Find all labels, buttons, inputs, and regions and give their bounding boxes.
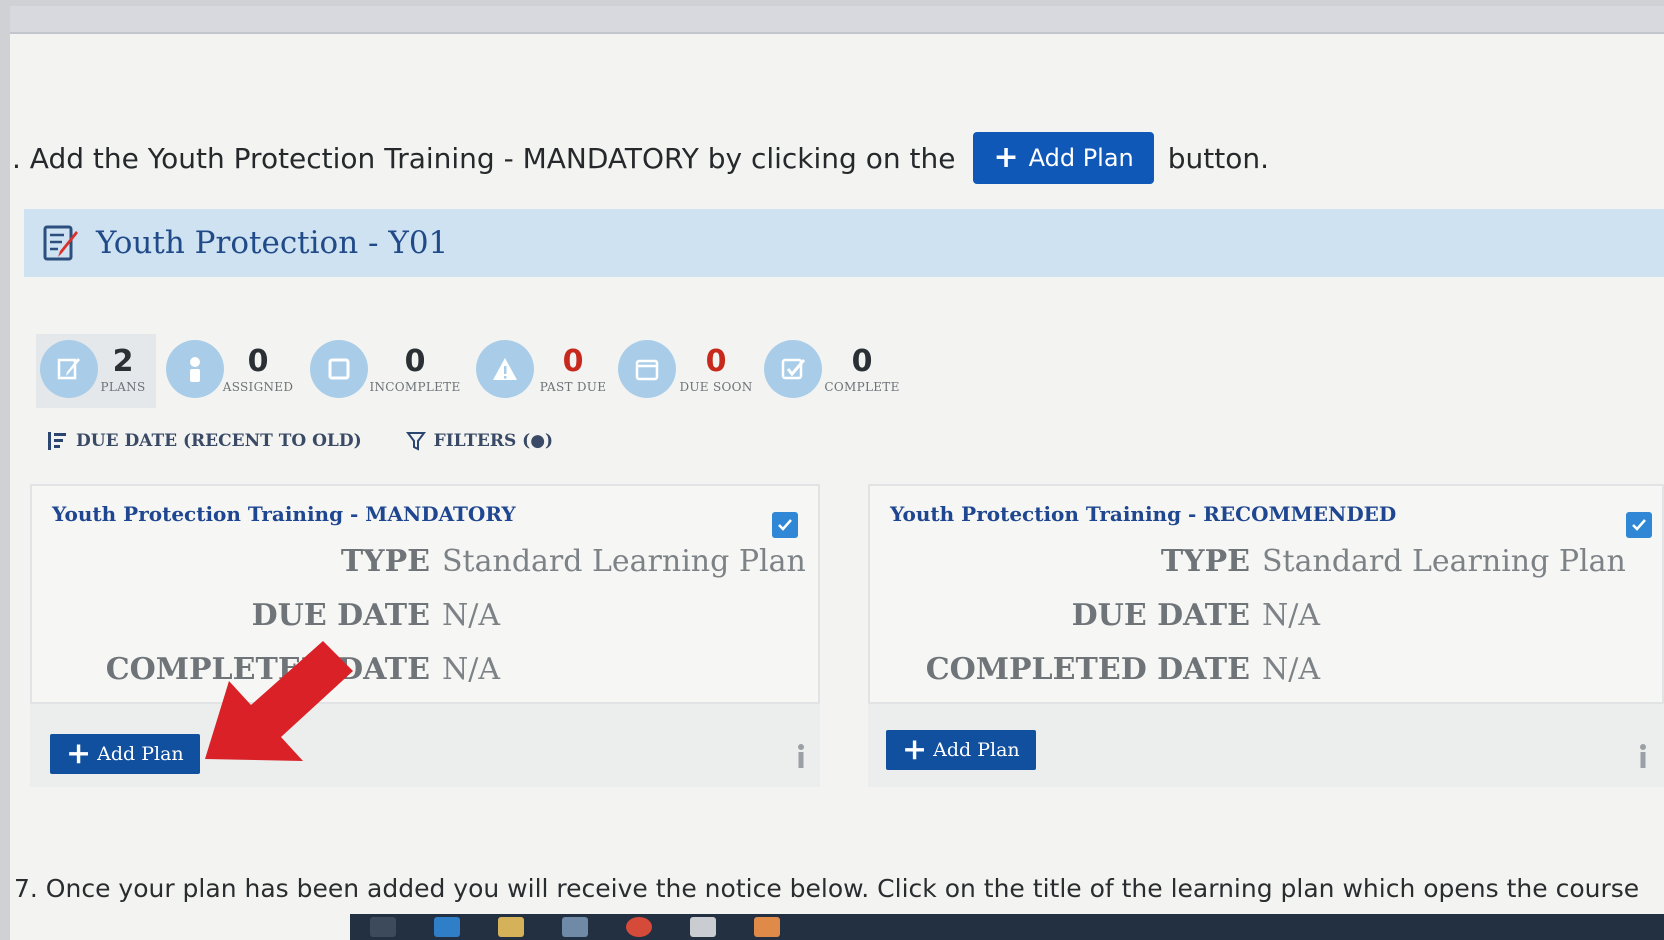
instruction-text-after: button. — [1167, 141, 1270, 175]
stat-label: PLANS — [100, 380, 146, 394]
red-arrow-annotation — [205, 641, 353, 761]
windows-taskbar — [350, 914, 1664, 940]
learning-plan-card: Youth Protection Training - MANDATORY TY… — [30, 484, 820, 787]
stat-label: INCOMPLETE — [369, 380, 461, 394]
due-date-label: DUE DATE — [1071, 598, 1250, 633]
stat-value: 0 — [851, 344, 873, 379]
checkbox-icon[interactable] — [1626, 512, 1652, 538]
stat-label: DUE SOON — [679, 380, 753, 394]
chrome-icon[interactable] — [626, 917, 652, 937]
filter-icon — [405, 432, 426, 451]
completed-date-value: N/A — [442, 652, 501, 687]
instruction-line: . Add the Youth Protection Training - MA… — [12, 132, 1269, 184]
card-title[interactable]: Youth Protection Training - MANDATORY — [52, 502, 516, 526]
taskbar-app-icon[interactable] — [370, 917, 396, 937]
add-plan-label: Add Plan — [933, 739, 1020, 761]
card-title[interactable]: Youth Protection Training - RECOMMENDED — [890, 502, 1396, 526]
type-label: TYPE — [1160, 544, 1250, 579]
stat-label: COMPLETE — [824, 380, 900, 394]
instruction-button-label: Add Plan — [1028, 144, 1134, 172]
stat-label: ASSIGNED — [222, 380, 294, 394]
filters-button[interactable]: FILTERS (●) — [405, 430, 554, 452]
stat-value: 2 — [112, 344, 134, 379]
add-plan-button[interactable]: + Add Plan — [886, 730, 1036, 770]
window-title-bar — [10, 6, 1664, 34]
completed-date-label: COMPLETED DATE — [925, 652, 1250, 687]
checkbox-icon[interactable] — [772, 512, 798, 538]
store-icon[interactable] — [562, 917, 588, 937]
section-header: Youth Protection - Y01 — [24, 209, 1664, 277]
instruction-text-before: . Add the Youth Protection Training - MA… — [12, 141, 956, 175]
plus-icon: + — [993, 140, 1019, 175]
taskbar-app-icon[interactable] — [754, 917, 780, 937]
type-label: TYPE — [340, 544, 430, 579]
folder-icon[interactable] — [498, 917, 524, 937]
photographed-screen: . Add the Youth Protection Training - MA… — [10, 6, 1664, 940]
due-date-label: DUE DATE — [251, 598, 430, 633]
filters-label: FILTERS (●) — [433, 431, 554, 451]
sort-button[interactable]: DUE DATE (RECENT TO OLD) — [46, 430, 362, 452]
stat-value: 0 — [562, 344, 584, 379]
list-toolbar: DUE DATE (RECENT TO OLD) FILTERS (●) — [46, 430, 553, 452]
add-plan-button[interactable]: + Add Plan — [50, 734, 200, 774]
card-body: Youth Protection Training - MANDATORY TY… — [30, 484, 820, 704]
info-icon[interactable] — [1636, 742, 1650, 770]
plus-icon: + — [66, 736, 92, 771]
stat-value: 0 — [404, 344, 426, 379]
stats-bar: 2 PLANS 0 ASSIGNED 0 INCOMPLETE 0 PAST D… — [36, 334, 966, 408]
taskbar-app-icon[interactable] — [690, 917, 716, 937]
completed-date-value: N/A — [1262, 652, 1321, 687]
type-value: Standard Learning Plan — [442, 544, 806, 579]
add-plan-label: Add Plan — [97, 743, 184, 765]
sort-icon — [48, 432, 66, 450]
stat-value: 0 — [247, 344, 269, 379]
instruction-add-plan-button: + Add Plan — [973, 132, 1154, 184]
due-date-value: N/A — [442, 598, 501, 633]
learning-plan-card: Youth Protection Training - RECOMMENDED … — [868, 484, 1664, 787]
stat-label: PAST DUE — [539, 380, 607, 394]
page-title: Youth Protection - Y01 — [96, 225, 449, 261]
due-date-value: N/A — [1262, 598, 1321, 633]
stat-value: 0 — [705, 344, 727, 379]
edit-document-icon — [43, 225, 78, 261]
taskbar-app-icon[interactable] — [434, 917, 460, 937]
info-icon[interactable] — [794, 742, 808, 770]
type-value: Standard Learning Plan — [1262, 544, 1626, 579]
card-body: Youth Protection Training - RECOMMENDED … — [868, 484, 1664, 704]
plus-icon: + — [902, 732, 928, 767]
sort-label: DUE DATE (RECENT TO OLD) — [76, 431, 362, 451]
instruction-step-7: 7. Once your plan has been added you wil… — [14, 874, 1640, 903]
